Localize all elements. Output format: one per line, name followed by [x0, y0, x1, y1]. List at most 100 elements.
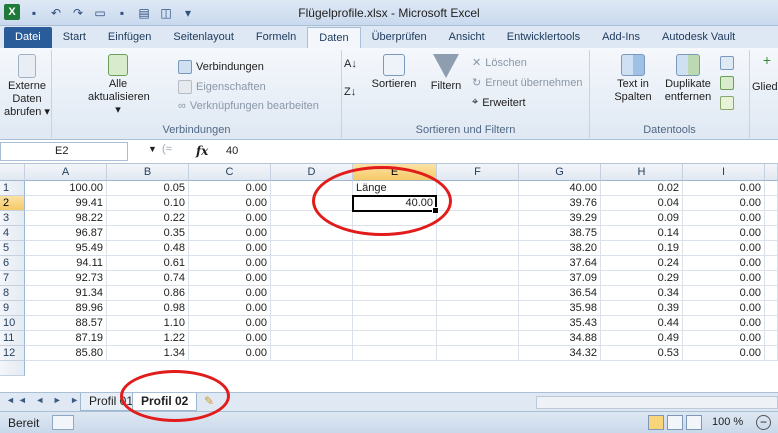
row-header[interactable]: 3: [0, 211, 25, 226]
cell-b8[interactable]: 0.86: [107, 286, 189, 301]
sort-asc-button[interactable]: A↓: [344, 58, 357, 70]
row-header[interactable]: 10: [0, 316, 25, 331]
cell-j3[interactable]: [765, 211, 778, 226]
tab-einfügen[interactable]: Einfügen: [97, 27, 162, 48]
normal-view-icon[interactable]: [648, 415, 664, 430]
cell-j2[interactable]: [765, 196, 778, 211]
cell-i2[interactable]: 0.00: [683, 196, 765, 211]
cell-j1[interactable]: [765, 181, 778, 196]
cell-j10[interactable]: [765, 316, 778, 331]
cell-d12[interactable]: [271, 346, 353, 361]
cell-h6[interactable]: 0.24: [601, 256, 683, 271]
cell-c3[interactable]: 0.00: [189, 211, 271, 226]
cell-f7[interactable]: [437, 271, 519, 286]
tab-datei[interactable]: Datei: [4, 27, 52, 48]
cell-d11[interactable]: [271, 331, 353, 346]
name-box-dropdown-icon[interactable]: ▼: [148, 144, 157, 154]
tab-add-ins[interactable]: Add-Ins: [591, 27, 651, 48]
cell-f4[interactable]: [437, 226, 519, 241]
sort-desc-button[interactable]: Z↓: [344, 86, 356, 98]
cell-c4[interactable]: 0.00: [189, 226, 271, 241]
cell-h5[interactable]: 0.19: [601, 241, 683, 256]
tab-start[interactable]: Start: [52, 27, 97, 48]
cell-d5[interactable]: [271, 241, 353, 256]
cell-j9[interactable]: [765, 301, 778, 316]
cell-b5[interactable]: 0.48: [107, 241, 189, 256]
row-header[interactable]: 9: [0, 301, 25, 316]
page-layout-view-icon[interactable]: [667, 415, 683, 430]
column-header-a[interactable]: A: [25, 164, 107, 181]
row-header[interactable]: 7: [0, 271, 25, 286]
cell-a4[interactable]: 96.87: [25, 226, 107, 241]
name-box[interactable]: E2: [0, 142, 128, 161]
cell-h1[interactable]: 0.02: [601, 181, 683, 196]
zoom-level[interactable]: 100 %: [712, 416, 743, 428]
cell-h11[interactable]: 0.49: [601, 331, 683, 346]
horizontal-scrollbar[interactable]: [536, 396, 778, 409]
cancel-edit-icon[interactable]: (≈: [162, 143, 172, 155]
tab-ansicht[interactable]: Ansicht: [438, 27, 496, 48]
cell-g5[interactable]: 38.20: [519, 241, 601, 256]
cell-a10[interactable]: 88.57: [25, 316, 107, 331]
cell-e12[interactable]: [353, 346, 437, 361]
cell-h4[interactable]: 0.14: [601, 226, 683, 241]
cell-a9[interactable]: 89.96: [25, 301, 107, 316]
cell-f9[interactable]: [437, 301, 519, 316]
zoom-out-icon[interactable]: −: [756, 415, 771, 430]
cell-i7[interactable]: 0.00: [683, 271, 765, 286]
select-all-corner[interactable]: [0, 164, 25, 181]
cell-h12[interactable]: 0.53: [601, 346, 683, 361]
cell-a7[interactable]: 92.73: [25, 271, 107, 286]
row-header[interactable]: 11: [0, 331, 25, 346]
cell-i1[interactable]: 0.00: [683, 181, 765, 196]
column-header-b[interactable]: B: [107, 164, 189, 181]
connections-button[interactable]: Verbindungen: [178, 60, 264, 74]
cell-i5[interactable]: 0.00: [683, 241, 765, 256]
cell-g7[interactable]: 37.09: [519, 271, 601, 286]
tab-seitenlayout[interactable]: Seitenlayout: [162, 27, 245, 48]
cell-b6[interactable]: 0.61: [107, 256, 189, 271]
cell-g8[interactable]: 36.54: [519, 286, 601, 301]
text-to-columns-button[interactable]: Text in Spalten: [606, 54, 660, 104]
cell-i4[interactable]: 0.00: [683, 226, 765, 241]
row-header[interactable]: 1: [0, 181, 25, 196]
cell-j12[interactable]: [765, 346, 778, 361]
row-header[interactable]: 8: [0, 286, 25, 301]
cell-j11[interactable]: [765, 331, 778, 346]
cell-g4[interactable]: 38.75: [519, 226, 601, 241]
cell-d6[interactable]: [271, 256, 353, 271]
cell-a6[interactable]: 94.11: [25, 256, 107, 271]
row-header[interactable]: 4: [0, 226, 25, 241]
insert-function-icon[interactable]: fx: [196, 144, 208, 158]
cell-h10[interactable]: 0.44: [601, 316, 683, 331]
macro-record-icon[interactable]: [52, 415, 74, 430]
cell-j4[interactable]: [765, 226, 778, 241]
cell-f12[interactable]: [437, 346, 519, 361]
cell-g9[interactable]: 35.98: [519, 301, 601, 316]
refresh-all-button[interactable]: Alle aktualisieren ▾: [88, 54, 150, 117]
cell-d10[interactable]: [271, 316, 353, 331]
cell-j7[interactable]: [765, 271, 778, 286]
clear-filter-button[interactable]: ✕ Löschen: [472, 56, 527, 70]
cell-f10[interactable]: [437, 316, 519, 331]
page-break-view-icon[interactable]: [686, 415, 702, 430]
cell-g12[interactable]: 34.32: [519, 346, 601, 361]
cell-i10[interactable]: 0.00: [683, 316, 765, 331]
cell-f6[interactable]: [437, 256, 519, 271]
column-header-i[interactable]: I: [683, 164, 765, 181]
data-validation-button[interactable]: [720, 56, 734, 70]
cell-b4[interactable]: 0.35: [107, 226, 189, 241]
external-data-button[interactable]: Externe Daten abrufen ▾: [2, 54, 52, 119]
cell-h8[interactable]: 0.34: [601, 286, 683, 301]
cell-a2[interactable]: 99.41: [25, 196, 107, 211]
cell-d8[interactable]: [271, 286, 353, 301]
filter-button[interactable]: Filtern: [426, 54, 466, 93]
cell-j8[interactable]: [765, 286, 778, 301]
advanced-filter-button[interactable]: ⌖ Erweitert: [472, 96, 526, 109]
row-header[interactable]: 2: [0, 196, 25, 211]
cell-i9[interactable]: 0.00: [683, 301, 765, 316]
cell-h3[interactable]: 0.09: [601, 211, 683, 226]
cell-b9[interactable]: 0.98: [107, 301, 189, 316]
cell-a8[interactable]: 91.34: [25, 286, 107, 301]
cell-a5[interactable]: 95.49: [25, 241, 107, 256]
